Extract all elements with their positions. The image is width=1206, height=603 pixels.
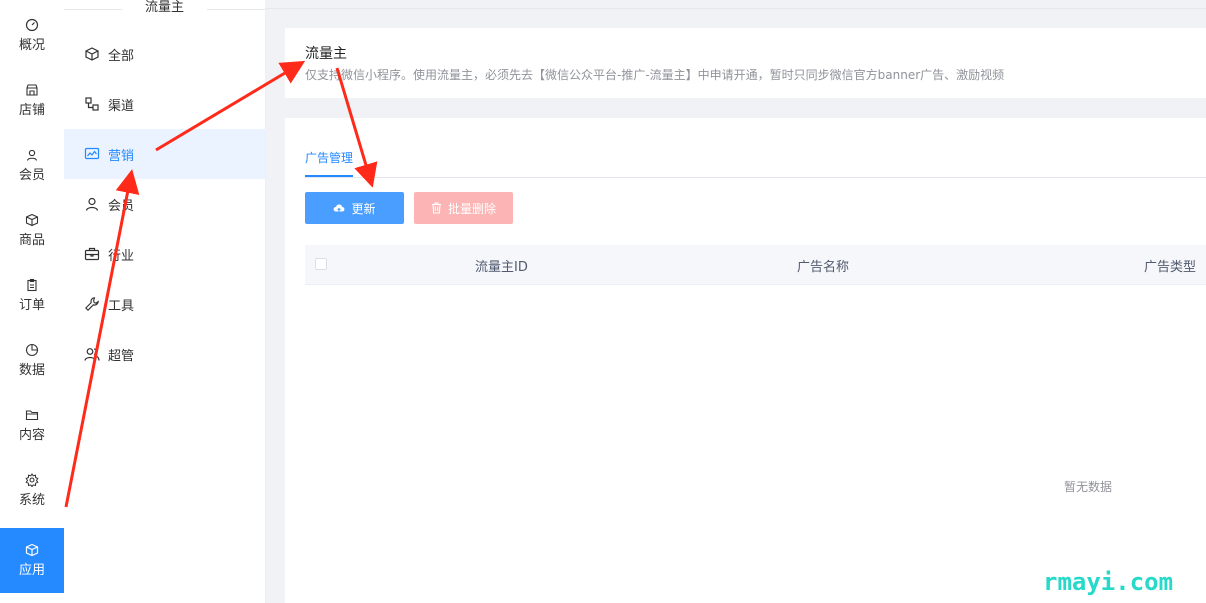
batch-delete-button[interactable]: 批量删除 <box>414 192 513 224</box>
subnav-item-member[interactable]: 会员 <box>64 179 265 229</box>
header-card: 流量主 仅支持微信小程序。使用流量主，必须先去【微信公众平台-推广-流量主】中申… <box>285 28 1206 98</box>
cube-icon <box>25 543 39 557</box>
rail-item-data[interactable]: 数据 <box>0 328 64 393</box>
tabs: 广告管理 <box>305 148 1206 178</box>
box-icon <box>25 213 39 227</box>
channel-icon <box>85 97 99 111</box>
column-header-id: 流量主ID <box>475 260 528 275</box>
subnav-item-marketing[interactable]: 营销 <box>64 129 265 179</box>
gauge-icon <box>25 18 39 32</box>
users-icon <box>84 348 100 361</box>
briefcase-icon <box>84 247 100 261</box>
rail-item-app[interactable]: 应用 <box>0 528 64 593</box>
subnav-item-industry[interactable]: 行业 <box>64 229 265 279</box>
page-description: 仅支持微信小程序。使用流量主，必须先去【微信公众平台-推广-流量主】中申请开通，… <box>305 68 1005 82</box>
user-icon <box>85 197 99 211</box>
rail-item-content[interactable]: 内容 <box>0 393 64 458</box>
rail-item-product[interactable]: 商品 <box>0 198 64 263</box>
rail-item-store[interactable]: 店铺 <box>0 68 64 133</box>
cloud-upload-icon <box>334 204 345 213</box>
subnav-item-superadmin[interactable]: 超管 <box>64 329 265 379</box>
pie-chart-icon <box>25 343 39 357</box>
empty-state-text: 暂无数据 <box>1064 480 1113 494</box>
trash-icon <box>431 202 441 214</box>
table-header: 流量主ID 广告名称 广告类型 <box>305 245 1206 285</box>
folder-icon <box>25 410 39 421</box>
trend-chart-icon <box>84 147 100 160</box>
rail-item-order[interactable]: 订单 <box>0 263 64 328</box>
top-bar <box>265 0 1206 9</box>
subnav-title: 流量主 <box>64 0 265 18</box>
subnav-item-tools[interactable]: 工具 <box>64 279 265 329</box>
column-header-type: 广告类型 <box>1144 260 1197 275</box>
wrench-icon <box>85 297 99 311</box>
select-all-checkbox[interactable] <box>315 258 327 270</box>
user-icon <box>26 149 38 161</box>
store-icon <box>26 84 38 96</box>
watermark: rmayi.com <box>1043 568 1174 596</box>
rail-item-member[interactable]: 会员 <box>0 133 64 198</box>
column-header-name: 广告名称 <box>797 260 850 275</box>
primary-rail: 概况 店铺 会员 商品 订单 数据 内容 系统 应用 <box>0 0 65 603</box>
gear-icon <box>25 473 39 487</box>
subnav-item-channel[interactable]: 渠道 <box>64 79 265 129</box>
subnav-item-all[interactable]: 全部 <box>64 29 265 79</box>
secondary-nav: 流量主 全部 渠道 营销 会员 行业 工具 超管 <box>64 0 266 603</box>
clipboard-icon <box>27 278 37 292</box>
rail-item-overview[interactable]: 概况 <box>0 3 64 68</box>
update-button[interactable]: 更新 <box>305 192 404 224</box>
main-card: 广告管理 更新 批量删除 流量主ID 广告名称 广告类型 暂无数据 <box>285 118 1206 603</box>
cube-icon <box>85 47 99 61</box>
tab-ad-management[interactable]: 广告管理 <box>305 148 354 177</box>
page-title: 流量主 <box>305 46 347 62</box>
rail-item-system[interactable]: 系统 <box>0 458 64 523</box>
